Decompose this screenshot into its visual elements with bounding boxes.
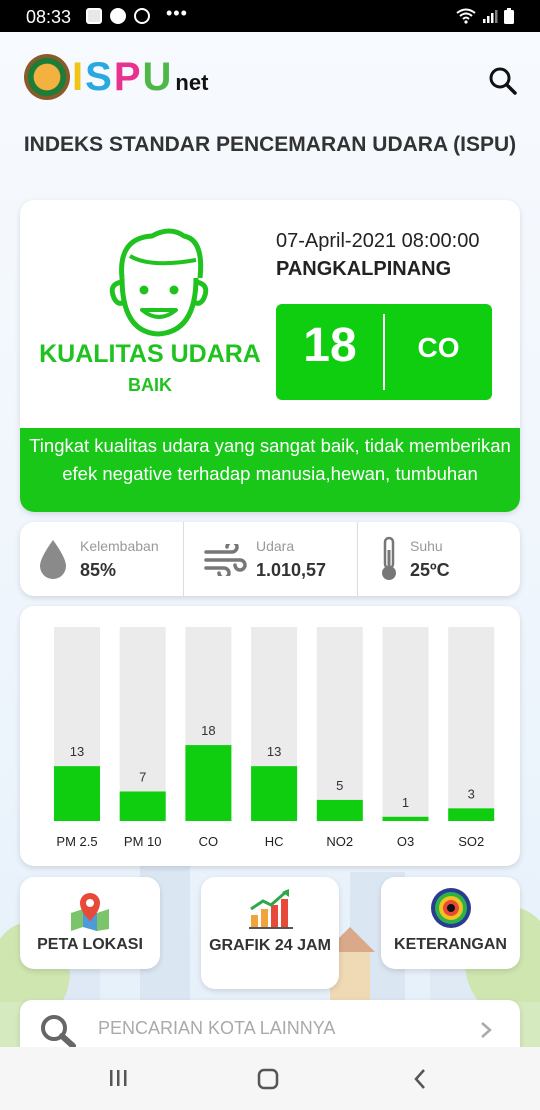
ispu-index-box: 18 CO — [276, 304, 492, 400]
temperature-label: Suhu — [410, 538, 443, 554]
logo-text: ISPU — [72, 55, 174, 99]
chart-24h-button[interactable]: GRAFIK 24 JAM — [201, 877, 339, 989]
signal-icon — [483, 10, 498, 23]
air-value: 1.010,57 — [256, 560, 327, 580]
app-content: ISPU net INDEKS STANDAR PENCEMARAN UDARA… — [0, 32, 540, 1047]
humidity-value: 85% — [80, 560, 117, 580]
bar-track — [382, 627, 429, 821]
temperature-value: 25ºC — [410, 560, 450, 580]
messenger-icon — [134, 8, 150, 24]
location-name: PANGKALPINANG — [276, 258, 452, 280]
category-label: PM 10 — [124, 834, 162, 849]
logo-suffix: net — [175, 70, 209, 95]
bar-value-label: 5 — [336, 778, 343, 793]
recent-apps-icon[interactable] — [108, 1068, 128, 1088]
air-pressure-item: Udara 1.010,57 — [184, 522, 357, 596]
air-quality-card: KUALITAS UDARA BAIK 07-April-2021 08:00:… — [20, 200, 520, 512]
category-label: O3 — [397, 834, 414, 849]
happy-face-icon — [109, 228, 209, 337]
humidity-item: Kelembaban 85% — [20, 522, 183, 596]
system-nav-bar — [0, 1047, 540, 1110]
information-label: KETERANGAN — [394, 936, 507, 953]
ispu-index-value: 18 — [303, 319, 357, 372]
dominant-parameter: CO — [417, 332, 460, 363]
ispu-logo: ISPU net — [24, 54, 208, 100]
map-location-label: PETA LOKASI — [37, 936, 143, 953]
info-target-icon — [431, 888, 471, 928]
bar-hc — [251, 766, 298, 821]
city-search-placeholder: PENCARIAN KOTA LAINNYA — [98, 1018, 336, 1038]
category-label: HC — [265, 834, 284, 849]
category-label: PM 2.5 — [56, 834, 97, 849]
category-label: CO — [199, 834, 219, 849]
pollutant-chart-card: 13 PM 2.5 7 PM 10 18 CO 13 HC 5 NO2 1 O3 3 SO2 — [20, 606, 520, 866]
klhk-emblem-icon — [24, 54, 70, 100]
facebook-icon — [110, 8, 126, 24]
bar-co — [185, 745, 232, 821]
bar-pm-2-5 — [54, 766, 100, 821]
information-button[interactable]: KETERANGAN — [381, 877, 520, 969]
page-title: INDEKS STANDAR PENCEMARAN UDARA (ISPU) — [23, 133, 517, 156]
wind-icon — [204, 544, 247, 576]
air-quality-label: KUALITAS UDARA — [39, 340, 261, 368]
status-time: 08:33 — [26, 7, 72, 27]
battery-icon — [504, 8, 514, 24]
category-label: NO2 — [326, 834, 353, 849]
status-bar: 08:33 ••• — [0, 0, 540, 32]
pollutant-bar-chart: 13 PM 2.5 7 PM 10 18 CO 13 HC 5 NO2 1 O3 3 SO2 — [54, 627, 495, 849]
air-quality-description: Tingkat kualitas udara yang sangat baik,… — [20, 428, 520, 512]
air-label: Udara — [256, 538, 295, 554]
bar-value-label: 1 — [402, 795, 409, 810]
thermometer-icon — [382, 536, 396, 580]
bar-value-label: 18 — [201, 723, 215, 738]
bar-value-label: 3 — [468, 786, 475, 801]
bar-pm-10 — [119, 791, 166, 821]
air-quality-category: BAIK — [128, 375, 172, 395]
weather-card: Kelembaban 85% Udara 1.010,57 Suhu 25ºC — [20, 522, 520, 596]
measurement-datetime: 07-April-2021 08:00:00 — [276, 230, 480, 252]
humidity-label: Kelembaban — [80, 538, 159, 554]
category-label: SO2 — [458, 834, 484, 849]
wifi-icon — [456, 8, 476, 24]
bar-so2 — [448, 808, 495, 821]
search-icon — [41, 1015, 76, 1047]
bar-value-label: 13 — [267, 744, 281, 759]
water-drop-icon — [40, 540, 66, 579]
temperature-item: Suhu 25ºC — [358, 522, 520, 596]
city-search-bar[interactable]: PENCARIAN KOTA LAINNYA — [20, 1000, 520, 1047]
map-pin-icon — [71, 893, 109, 931]
bar-chart-icon — [249, 889, 293, 929]
news-icon — [86, 8, 102, 24]
bar-no2 — [316, 799, 363, 821]
map-location-button[interactable]: PETA LOKASI — [20, 877, 160, 969]
back-icon[interactable] — [412, 1068, 428, 1090]
bar-value-label: 7 — [139, 769, 146, 784]
home-icon[interactable] — [257, 1068, 279, 1090]
bar-o3 — [382, 816, 429, 821]
search-icon[interactable] — [488, 66, 518, 96]
more-icon: ••• — [166, 3, 188, 23]
chart-24h-label: GRAFIK 24 JAM — [209, 937, 331, 954]
bar-value-label: 13 — [70, 744, 84, 759]
chevron-right-icon — [481, 1022, 492, 1038]
